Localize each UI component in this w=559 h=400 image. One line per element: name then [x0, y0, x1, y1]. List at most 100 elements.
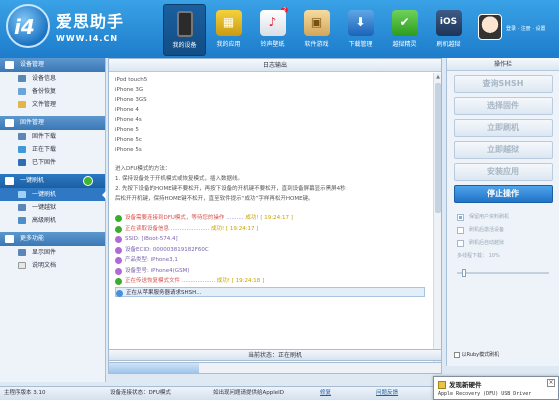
log-panel: 日志输出 iPod touch5 iPhone 3G iPhone 3GS iP… [108, 58, 442, 363]
option-activate[interactable]: 刷机后激活设备 [447, 224, 559, 237]
advanced-icon [18, 217, 26, 224]
log-line: iPhone 3G [115, 87, 144, 93]
sidebar-item-docs[interactable]: 说明文档 [0, 259, 105, 272]
nav-downloads[interactable]: ⬇ 下载管理 [339, 4, 382, 56]
checkbox[interactable] [454, 351, 460, 358]
hardware-icon [438, 381, 446, 389]
avatar[interactable] [478, 14, 502, 40]
nav-my-device[interactable]: 我的设备 [163, 4, 206, 56]
sidebar-item-one-click-flash[interactable]: 一键刷机 [0, 188, 106, 201]
nav-ringtones[interactable]: 2 ♪ 铃声壁纸 [251, 4, 294, 56]
device-state-label: 设备连接状态：DFU模式 [110, 390, 171, 396]
dfu-instructions-title: 进入DFU模式的方法： [115, 166, 171, 172]
tools-icon [5, 235, 14, 243]
log-step: 产品类型: iPhone3,1 [115, 255, 425, 266]
app-logo: i4 [6, 4, 50, 48]
success-icon [115, 215, 122, 222]
repair-link[interactable]: 修复 [320, 387, 331, 400]
downloading-icon [18, 146, 26, 153]
brand: 爱思助手 WWW.I4.CN [56, 8, 124, 43]
flash-progress-bar [108, 362, 442, 374]
sidebar-item-files[interactable]: 文件管理 [0, 98, 105, 111]
sidebar-item-device-info[interactable]: 设备信息 [0, 72, 105, 85]
ruby-mode-option[interactable]: 以Ruby模式刷机 [446, 349, 559, 361]
user-links[interactable]: 登录 · 注册 · 设置 [506, 25, 546, 32]
ios-icon: iOS [435, 10, 462, 36]
sidebar-item-advanced-flash[interactable]: 高级刷机 [0, 214, 105, 227]
progress-fill [109, 363, 199, 373]
sidebar-item-downloaded[interactable]: 已下固件 [0, 156, 105, 169]
scroll-up-icon[interactable]: ▲ [434, 73, 442, 81]
sidebar-section-device[interactable]: 设备管理 [0, 58, 105, 72]
user-area: 登录 · 注册 · 设置 [478, 14, 546, 40]
log-step: 设备型号: iPhone4(GSM) [115, 266, 425, 277]
stop-operation-button[interactable]: 停止操作 [453, 185, 553, 203]
nav-my-apps[interactable]: ▦ 我的应用 [207, 4, 250, 56]
checkbox[interactable] [457, 214, 464, 221]
version-label: 主程序版本 3.10 [4, 390, 46, 396]
slider-knob[interactable] [461, 269, 466, 277]
sidebar-item-downloading[interactable]: 正在下载 [0, 143, 105, 156]
dfu-step: 1. 保持设备处于开机模式或恢复模式，插入数据线。 [115, 176, 243, 182]
download-icon [18, 133, 26, 140]
nav-flash[interactable]: iOS 刷机越狱 [427, 4, 470, 56]
log-step-current: 正在从苹果服务器请求SHSH... [115, 286, 425, 297]
jailbreak-now-button[interactable]: 立即越狱 [453, 141, 553, 159]
lock-icon: ✔ [391, 10, 418, 36]
info-icon [115, 236, 122, 243]
new-hardware-notification[interactable]: 发现新硬件 × Apple Recovery (DFU) USB Driver [433, 376, 559, 400]
dfu-step: 2. 先按下设备的HOME键不要松开，再按下设备的开机键不要松开，直到设备屏幕显… [115, 186, 346, 192]
dfu-step: 后松开开机键，保持HOME键不松开，直至软件提示“成功”字样再松开HOME键。 [115, 196, 314, 202]
log-line: iPhone 4 [115, 107, 139, 113]
log-line: iPhone 5 [115, 127, 139, 133]
disk-icon [18, 159, 26, 166]
log-step: 正在读取设备信息 ...................... 成功! [ 19… [115, 224, 425, 235]
notification-message: Apple Recovery (DFU) USB Driver [438, 391, 532, 397]
backup-icon [18, 88, 26, 95]
feedback-link[interactable]: 问题反馈 [376, 387, 398, 400]
log-panel-title: 日志输出 [109, 59, 441, 72]
nav-software[interactable]: ▣ 软件游戏 [295, 4, 338, 56]
flash-status: 当前状态：正在刷机 [108, 349, 442, 361]
sidebar-section-firmware[interactable]: 固件管理 [0, 116, 105, 130]
log-step: SSID: [iBoot-574.4] [115, 234, 425, 245]
sidebar-section-flash[interactable]: 一键刷机 [0, 174, 105, 188]
app-header: i4 爱思助手 WWW.I4.CN 我的设备 ▦ 我的应用 2 ♪ 铃声壁纸 ▣… [0, 0, 559, 58]
success-icon [115, 225, 122, 233]
sidebar-item-show-firmware[interactable]: 显示固件 [0, 246, 105, 259]
close-icon[interactable]: × [547, 379, 555, 387]
query-shsh-button[interactable]: 查询SHSH [453, 75, 553, 93]
select-firmware-button[interactable]: 选择固件 [453, 97, 553, 115]
option-keep-data[interactable]: 保留用户资料刷机 [447, 211, 559, 224]
log-line: iPod touch5 [115, 77, 148, 83]
nav-jailbreak[interactable]: ✔ 越狱精灵 [383, 4, 426, 56]
info-icon [115, 246, 122, 254]
log-line: iPhone 5s [115, 147, 142, 153]
option-auto-jailbreak[interactable]: 刷机后自动越狱 [447, 237, 559, 250]
sidebar-item-one-click-jailbreak[interactable]: 一键越狱 [0, 201, 105, 214]
scroll-thumb[interactable] [435, 83, 441, 213]
slider-label: 多线程下载： 10% [457, 253, 500, 259]
apps-icon: ▦ [215, 10, 242, 36]
sidebar-item-firmware-download[interactable]: 固件下载 [0, 130, 105, 143]
log-output: iPod touch5 iPhone 3G iPhone 3GS iPhone … [115, 75, 425, 360]
install-app-button[interactable]: 安装应用 [453, 163, 553, 181]
progress-icon [116, 289, 123, 297]
log-scrollbar[interactable]: ▲ ▼ [433, 73, 441, 363]
checkbox[interactable] [457, 227, 464, 234]
sidebar-section-more[interactable]: 更多功能 [0, 232, 105, 246]
thread-slider[interactable] [457, 269, 549, 277]
flash-now-button[interactable]: 立即刷机 [453, 119, 553, 137]
sidebar-item-backup[interactable]: 备份恢复 [0, 85, 105, 98]
document-icon [18, 262, 26, 269]
box-icon: ▣ [303, 10, 330, 36]
unlock-icon [18, 204, 26, 211]
checkbox[interactable] [457, 240, 464, 247]
log-line: iPhone 5c [115, 137, 142, 143]
log-line: iPhone 4s [115, 117, 142, 123]
firmware-list-icon [18, 249, 26, 256]
sidebar: 设备管理 设备信息 备份恢复 文件管理 固件管理 固件下载 正在下载 已下固件 … [0, 58, 106, 382]
operation-panel-title: 操作栏 [447, 58, 559, 71]
firmware-icon [5, 119, 14, 127]
ringtone-icon: ♪ [259, 10, 286, 36]
